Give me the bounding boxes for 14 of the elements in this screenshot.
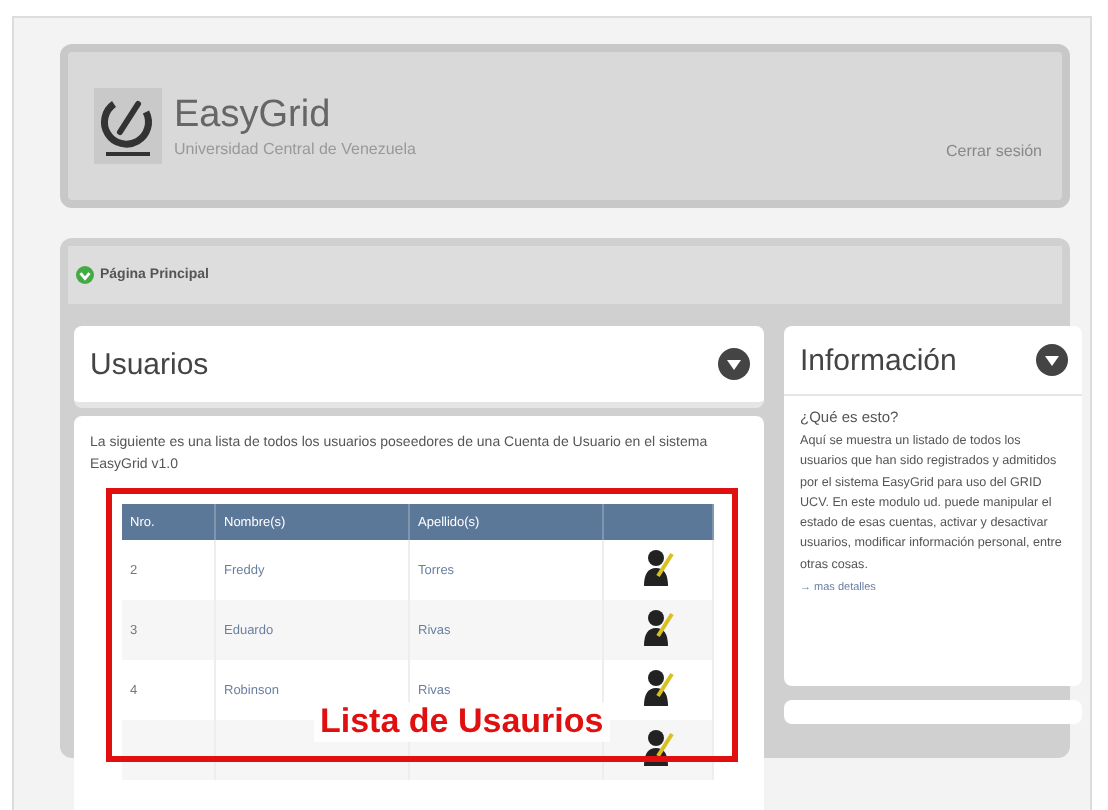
panel-title: Usuarios — [90, 347, 209, 381]
home-icon — [76, 266, 94, 284]
user-edit-icon[interactable] — [642, 728, 674, 768]
annotation-label: Lista de Usaurios — [314, 702, 610, 742]
user-edit-icon[interactable] — [642, 548, 674, 588]
user-edit-icon[interactable] — [642, 668, 674, 708]
logout-link[interactable]: Cerrar sesión — [945, 142, 1042, 160]
panel-title: Información — [800, 343, 957, 377]
site-subtitle: Universidad Central de Venezuela — [174, 140, 418, 158]
collapse-icon[interactable] — [1036, 344, 1068, 376]
site-title: EasyGrid — [174, 94, 333, 138]
collapse-icon[interactable] — [718, 348, 750, 380]
logo-icon — [94, 88, 162, 164]
user-edit-icon[interactable] — [642, 608, 674, 648]
